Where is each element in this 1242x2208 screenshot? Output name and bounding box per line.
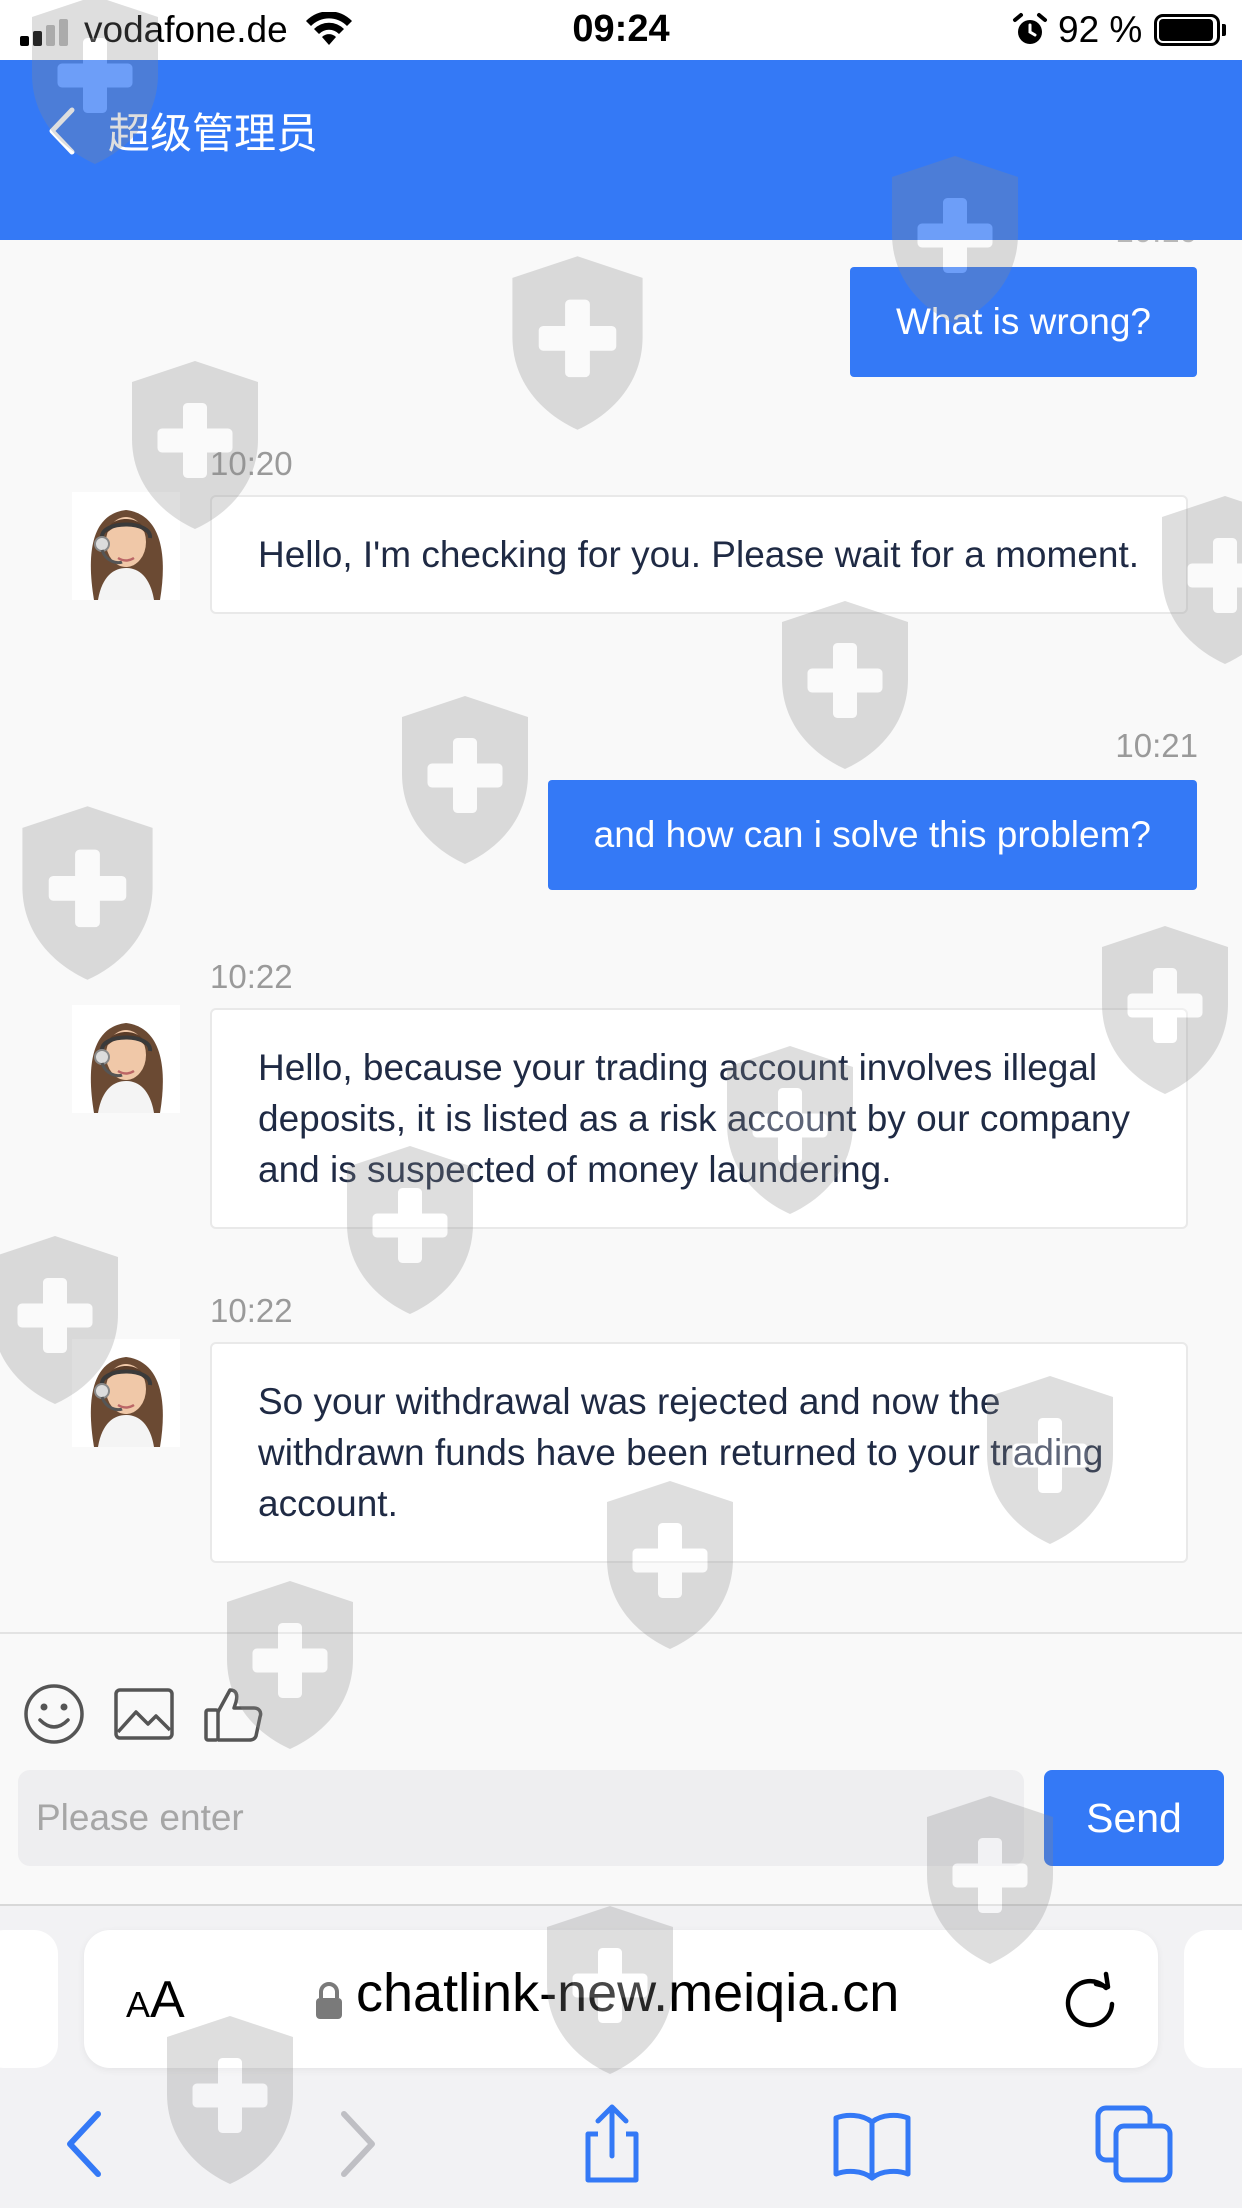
agent-avatar xyxy=(72,1339,180,1447)
battery-icon xyxy=(1154,14,1226,46)
previous-tab-preview[interactable] xyxy=(0,1930,58,2068)
status-time: 09:24 xyxy=(572,8,670,50)
tabs-icon[interactable] xyxy=(1094,2104,1174,2184)
reload-icon[interactable] xyxy=(1060,1968,1120,2030)
text-size-button[interactable]: AA xyxy=(126,1970,185,2030)
alarm-icon xyxy=(1013,13,1047,44)
send-button[interactable]: Send xyxy=(1044,1770,1224,1866)
next-tab-preview[interactable] xyxy=(1184,1930,1242,2068)
message-composer: Send xyxy=(0,1632,1242,1904)
url-text[interactable]: chatlink-new.meiqia.cn xyxy=(356,1962,899,2024)
battery-percentage: 92 % xyxy=(1058,9,1143,50)
image-icon[interactable] xyxy=(112,1682,176,1746)
agent-avatar xyxy=(72,1005,180,1113)
browser-forward-icon[interactable] xyxy=(316,2104,396,2184)
message-input[interactable] xyxy=(18,1770,1024,1866)
page-title: 超级管理员 xyxy=(108,110,319,157)
incoming-message: So your withdrawal was rejected and now … xyxy=(210,1342,1188,1563)
thumbs-up-icon[interactable] xyxy=(202,1682,266,1746)
outgoing-message: and how can i solve this problem? xyxy=(547,780,1197,890)
browser-back-icon[interactable] xyxy=(46,2104,126,2184)
message-timestamp: 10:19 xyxy=(1115,240,1198,250)
message-timestamp: 10:21 xyxy=(1115,727,1198,764)
message-timestamp: 10:22 xyxy=(210,1292,293,1329)
incoming-message: Hello, because your trading account invo… xyxy=(210,1008,1188,1229)
agent-avatar xyxy=(72,492,180,600)
share-icon[interactable] xyxy=(572,2104,652,2184)
outgoing-message: What is wrong? xyxy=(850,267,1197,377)
message-timestamp: 10:22 xyxy=(210,958,293,995)
address-bar[interactable]: AA chatlink-new.meiqia.cn xyxy=(84,1930,1158,2068)
emoji-icon[interactable] xyxy=(22,1682,86,1746)
chat-header: 超级管理员 xyxy=(0,60,1242,240)
browser-toolbar: AA chatlink-new.meiqia.cn xyxy=(0,1904,1242,2208)
message-timestamp: 10:20 xyxy=(210,445,293,482)
chat-message-list[interactable]: 10:19 What is wrong? 10:20 Hello, I'm ch… xyxy=(0,240,1242,1632)
lock-icon xyxy=(316,1982,342,2019)
status-bar: vodafone.de 09:24 92 % xyxy=(0,0,1242,60)
incoming-message: Hello, I'm checking for you. Please wait… xyxy=(210,495,1188,614)
back-button[interactable] xyxy=(36,96,88,166)
bookmarks-icon[interactable] xyxy=(832,2104,912,2184)
